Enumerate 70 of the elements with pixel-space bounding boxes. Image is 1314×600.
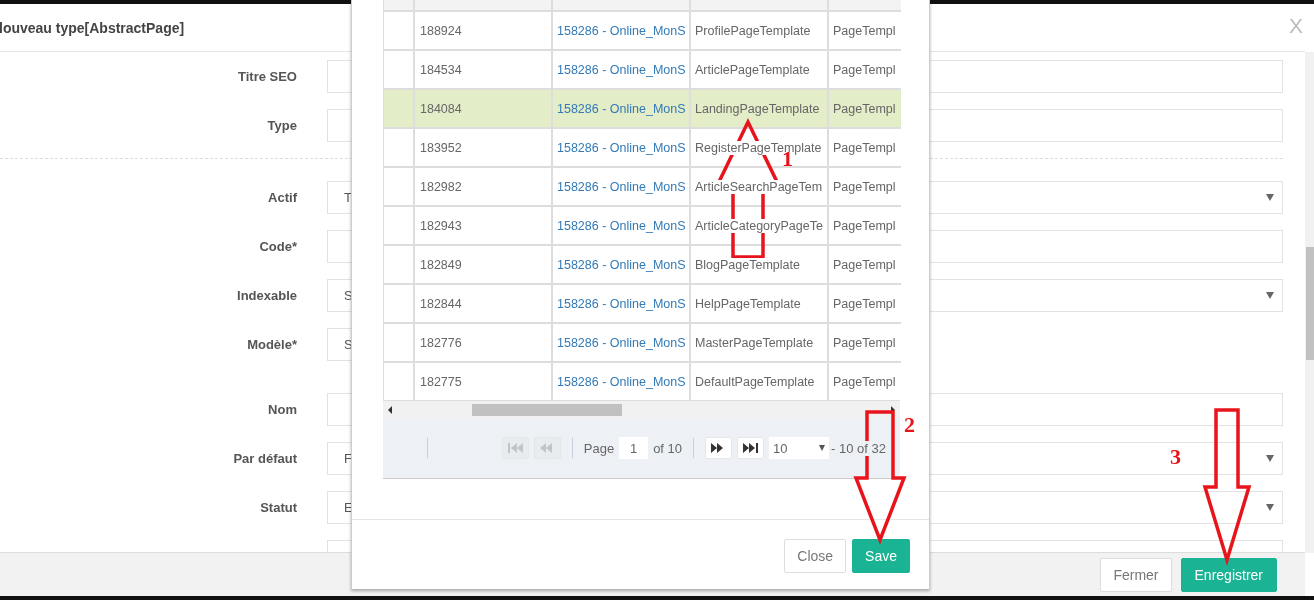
project-link[interactable]: 158286 - Online_MonS xyxy=(557,23,686,38)
project-link[interactable]: 158286 - Online_MonS xyxy=(557,374,686,389)
table-cell: 184534 xyxy=(420,62,462,77)
table-cell: HelpPageTemplate xyxy=(695,296,801,311)
caret-icon xyxy=(1266,292,1274,299)
field-label: Indexable xyxy=(237,288,297,303)
save-button[interactable]: Save xyxy=(852,538,910,573)
table-cell: PageTempl xyxy=(833,179,896,194)
page-size-select[interactable]: 10 xyxy=(769,437,830,459)
table-cell: 182943 xyxy=(420,218,462,233)
field-label: Code* xyxy=(259,239,297,254)
project-link[interactable]: 158286 - Online_MonS xyxy=(557,101,686,116)
table-cell: PageTempl xyxy=(833,335,896,350)
table-cell: PageTempl xyxy=(833,23,896,38)
table-cell: ProfilePageTemplate xyxy=(695,23,811,38)
table-cell: PageTempl xyxy=(833,140,896,155)
project-link[interactable]: 158286 - Online_MonS xyxy=(557,335,686,350)
table-cell: PageTempl xyxy=(833,62,896,77)
table-cell: DefaultPageTemplate xyxy=(695,374,815,389)
field-label: Titre SEO xyxy=(238,69,297,84)
project-link[interactable]: 158286 - Online_MonS xyxy=(557,218,686,233)
dialog-title: louveau type[AbstractPage] xyxy=(0,19,185,36)
caret-icon xyxy=(1266,455,1274,462)
table-cell: ArticlePageTemplate xyxy=(695,62,810,77)
scrollbar[interactable] xyxy=(1305,52,1314,553)
field-label: Modèle* xyxy=(247,337,297,352)
table-cell: PageTempl xyxy=(833,257,896,272)
table-cell: 182849 xyxy=(420,257,462,272)
table-cell: 182982 xyxy=(420,179,462,194)
close-button[interactable]: Fermer xyxy=(1100,557,1172,592)
table-cell: PageTempl xyxy=(833,296,896,311)
table-cell: PageTempl xyxy=(833,101,896,116)
table-cell: 182776 xyxy=(420,335,462,350)
field-label: Statut xyxy=(260,500,297,515)
project-link[interactable]: 158286 - Online_MonS xyxy=(557,296,686,311)
page-label: Page xyxy=(583,440,615,456)
project-link[interactable]: 158286 - Online_MonS xyxy=(557,179,686,194)
table-cell: ArticleCategoryPageTe xyxy=(695,218,823,233)
table-cell: 182775 xyxy=(420,374,462,389)
last-page-icon xyxy=(742,442,760,454)
table-cell: 188924 xyxy=(420,23,462,38)
table-cell: BlogPageTemplate xyxy=(695,257,800,272)
table-cell: LandingPageTemplate xyxy=(695,101,820,116)
close-button[interactable]: Close xyxy=(784,538,847,573)
table-cell: MasterPageTemplate xyxy=(695,335,814,350)
horizontal-scrollbar[interactable] xyxy=(383,400,900,418)
project-link[interactable]: 158286 - Online_MonS xyxy=(557,257,686,272)
record-range: - 10 of 32 xyxy=(831,440,886,456)
table-cell: 184084 xyxy=(420,101,462,116)
annotation-number: 2 xyxy=(904,412,915,437)
save-button[interactable]: Enregistrer xyxy=(1180,557,1277,592)
table-cell: ArticleSearchPageTem xyxy=(695,179,823,194)
table-cell: PageTempl xyxy=(833,374,896,389)
page-count: of 10 xyxy=(653,440,683,456)
table-cell: 182844 xyxy=(420,296,462,311)
field-label: Type xyxy=(267,118,297,133)
table-cell: PageTempl xyxy=(833,218,896,233)
field-label: Par défaut xyxy=(233,451,297,466)
caret-icon xyxy=(1266,194,1274,201)
last-page-button[interactable] xyxy=(737,437,765,459)
field-label: Actif xyxy=(268,190,297,205)
project-link[interactable]: 158286 - Online_MonS xyxy=(557,62,686,77)
table-cell: 183952 xyxy=(420,140,462,155)
caret-icon xyxy=(1266,504,1274,511)
next-page-button[interactable] xyxy=(705,437,733,459)
page-input[interactable]: 1 xyxy=(619,437,649,459)
field-label: Nom xyxy=(268,402,297,417)
first-page-icon xyxy=(506,442,524,454)
project-link[interactable]: 158286 - Online_MonS xyxy=(557,140,686,155)
annotation-number: 3 xyxy=(1170,444,1181,469)
